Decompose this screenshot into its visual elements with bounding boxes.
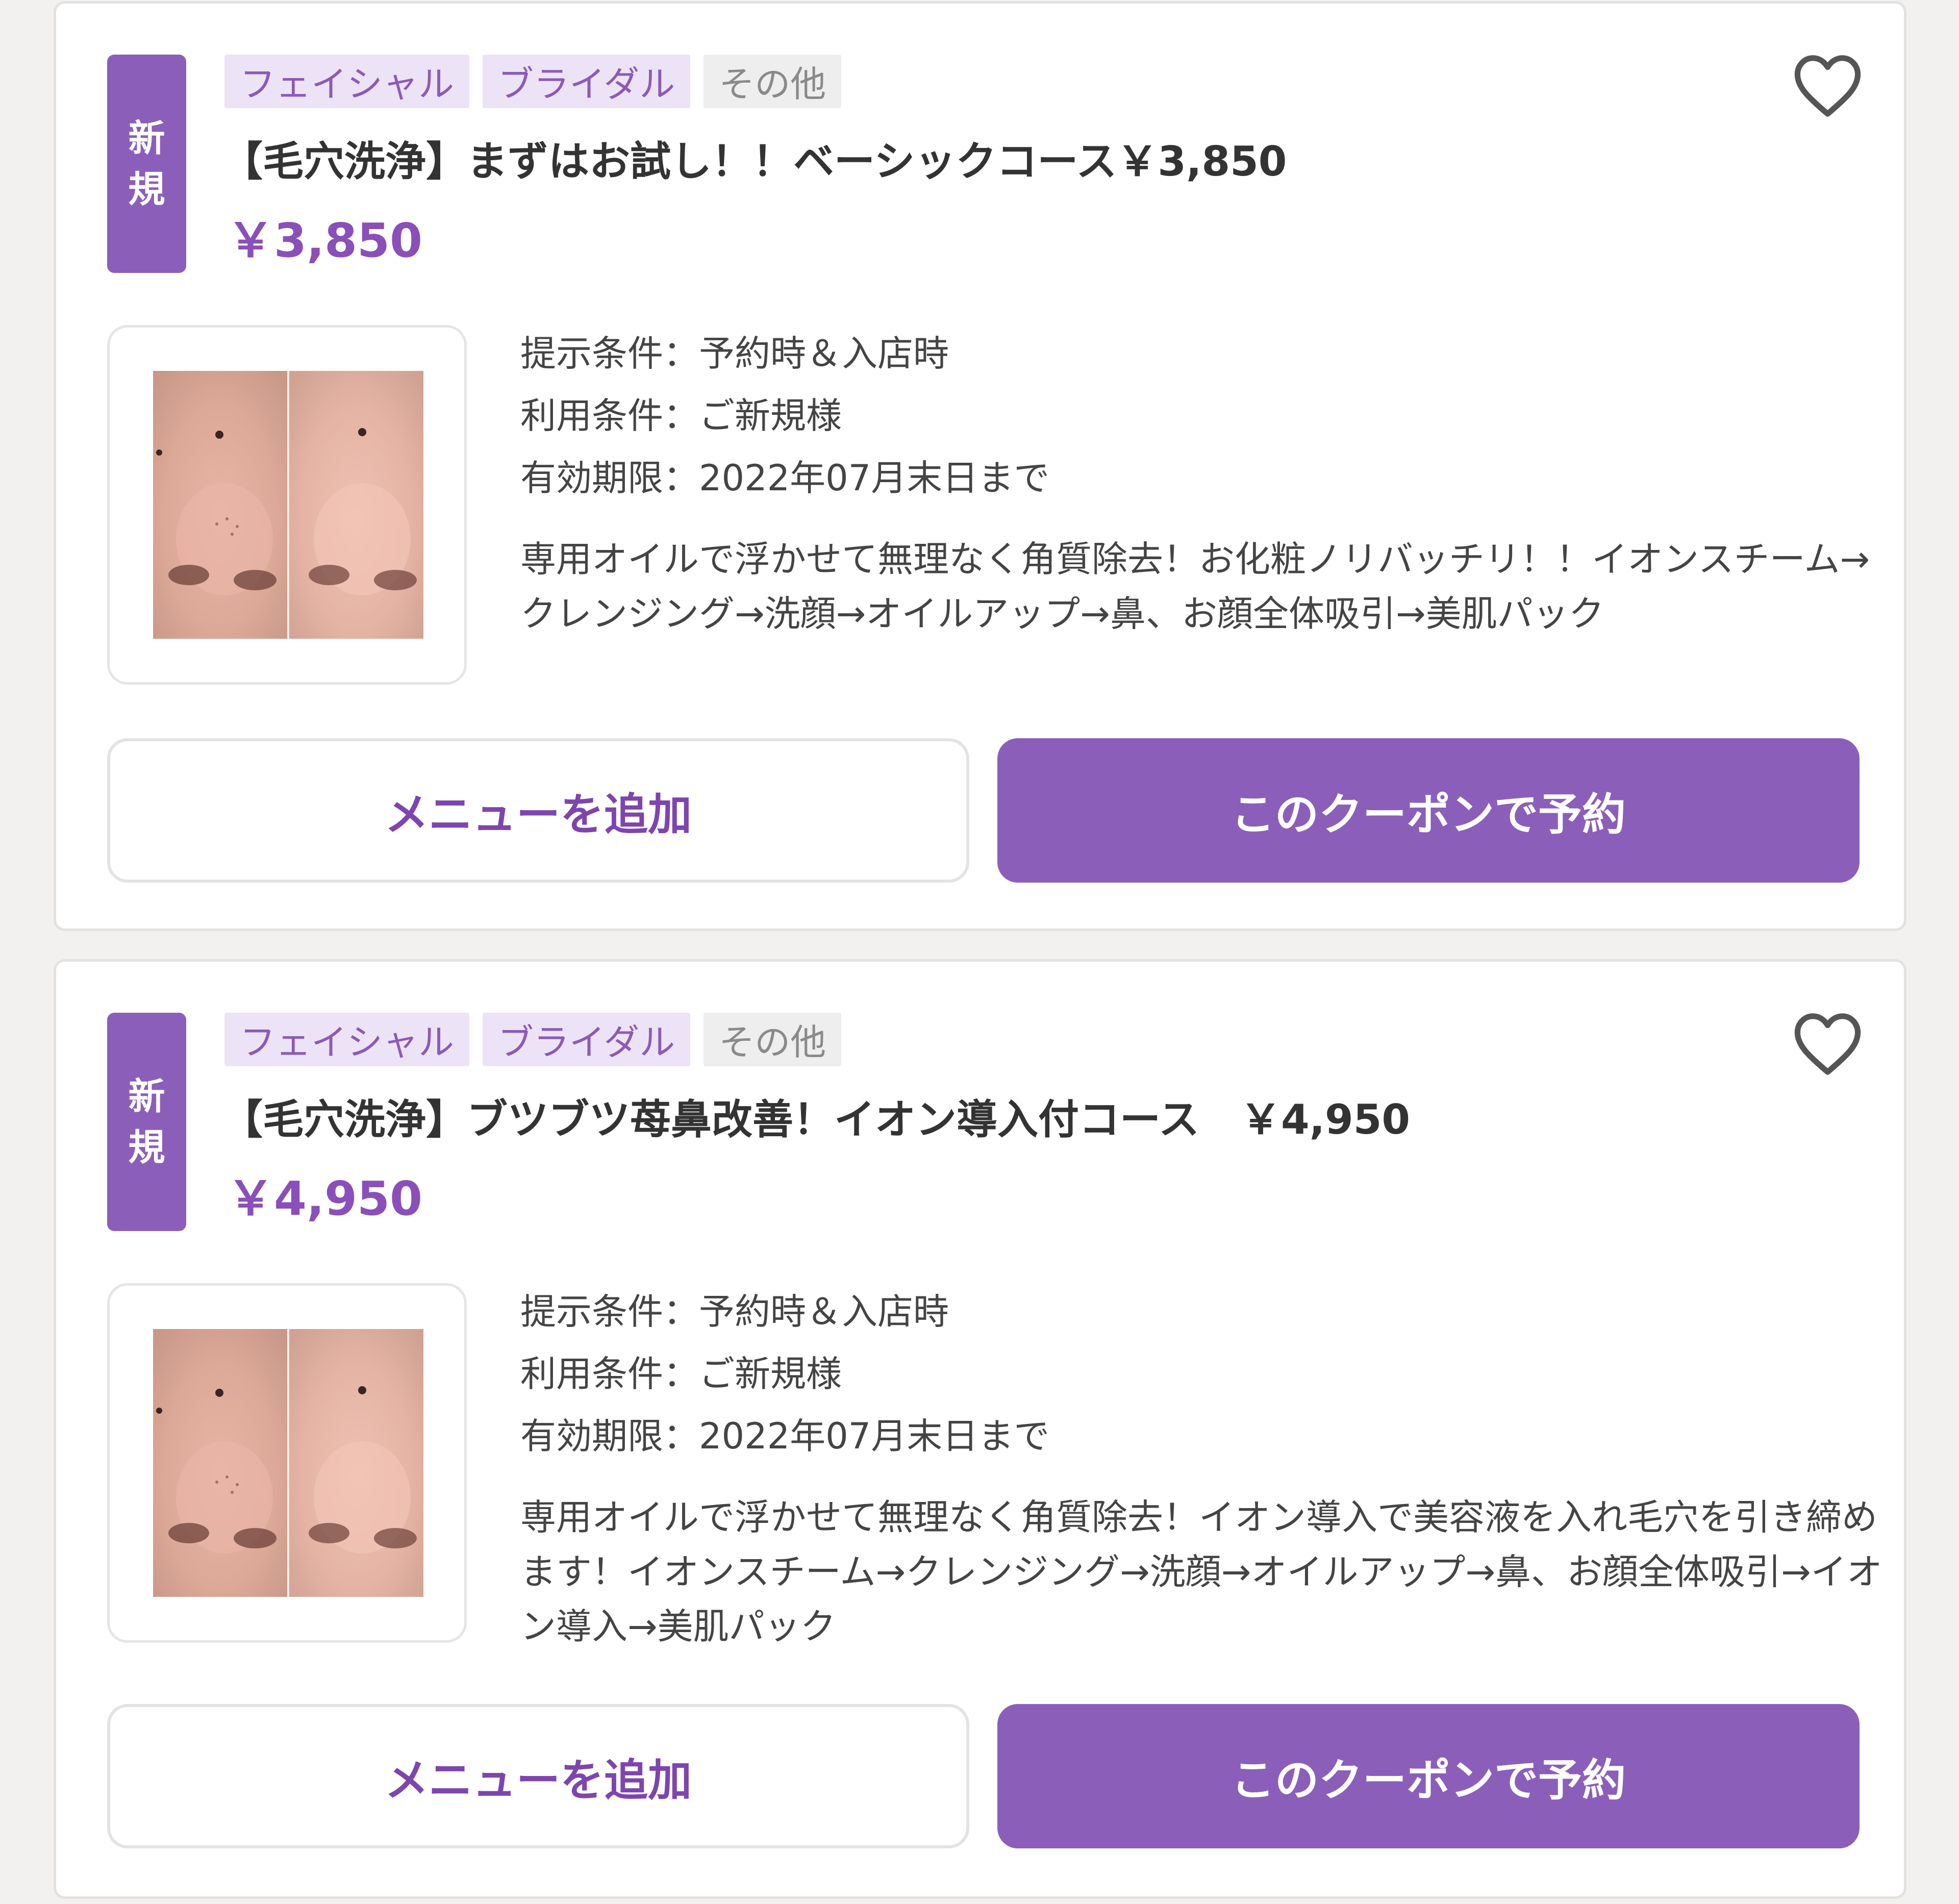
badge-char: 規	[128, 168, 165, 211]
add-menu-button[interactable]: メニューを追加	[107, 738, 969, 883]
tag-other: その他	[704, 55, 842, 108]
new-customer-badge: 新 規	[107, 1013, 186, 1231]
heart-outline-icon[interactable]	[1791, 1010, 1865, 1076]
category-tags: フェイシャル ブライダル その他	[224, 55, 842, 108]
new-customer-badge: 新 規	[107, 55, 186, 273]
coupon-conditions: 提示条件：予約時＆入店時 利用条件：ご新規様 有効期限：2022年07月末日まで…	[520, 1281, 1898, 1654]
coupon-thumbnail[interactable]	[107, 1283, 467, 1643]
usage-condition: 利用条件：ご新規様	[520, 1353, 842, 1395]
presentation-condition: 提示条件：予約時＆入店時	[520, 333, 949, 374]
usage-condition: 利用条件：ご新規様	[520, 395, 842, 437]
expiry-date: 有効期限：2022年07月末日まで	[520, 1415, 1050, 1457]
coupon-price: ￥3,850	[227, 213, 423, 268]
tag-facial: フェイシャル	[224, 1013, 469, 1066]
badge-char: 新	[128, 117, 165, 160]
coupon-title: 【毛穴洗浄】まずはお試し！！ベーシックコース￥3,850	[222, 138, 1287, 185]
tag-bridal: ブライダル	[483, 1013, 691, 1066]
coupon-price: ￥4,950	[227, 1171, 423, 1226]
heart-outline-icon[interactable]	[1791, 52, 1865, 118]
coupon-thumbnail[interactable]	[107, 325, 467, 685]
badge-char: 新	[128, 1075, 165, 1118]
add-menu-button[interactable]: メニューを追加	[107, 1704, 969, 1848]
tag-bridal: ブライダル	[483, 55, 691, 108]
coupon-title: 【毛穴洗浄】ブツブツ苺鼻改善！イオン導入付コース ￥4,950	[222, 1096, 1411, 1143]
tag-facial: フェイシャル	[224, 55, 469, 108]
coupon-conditions: 提示条件：予約時＆入店時 利用条件：ご新規様 有効期限：2022年07月末日まで…	[520, 322, 1898, 641]
nose-before-after-image	[153, 371, 423, 639]
expiry-date: 有効期限：2022年07月末日まで	[520, 457, 1050, 499]
category-tags: フェイシャル ブライダル その他	[224, 1013, 842, 1066]
reserve-with-coupon-button[interactable]: このクーポンで予約	[997, 738, 1860, 883]
coupon-card: 新 規 フェイシャル ブライダル その他 【毛穴洗浄】ブツブツ苺鼻改善！イオン導…	[54, 959, 1906, 1899]
coupon-description: 専用オイルで浮かせて無理なく角質除去！イオン導入で美容液を入れ毛穴を引き締めます…	[520, 1496, 1882, 1647]
reserve-with-coupon-button[interactable]: このクーポンで予約	[997, 1704, 1860, 1848]
nose-before-after-image	[153, 1329, 423, 1597]
coupon-card: 新 規 フェイシャル ブライダル その他 【毛穴洗浄】まずはお試し！！ベーシック…	[54, 1, 1906, 931]
presentation-condition: 提示条件：予約時＆入店時	[520, 1291, 949, 1333]
tag-other: その他	[704, 1013, 842, 1066]
badge-char: 規	[128, 1126, 165, 1169]
coupon-description: 専用オイルで浮かせて無理なく角質除去！お化粧ノリバッチリ！！イオンスチーム→クレ…	[520, 538, 1870, 635]
